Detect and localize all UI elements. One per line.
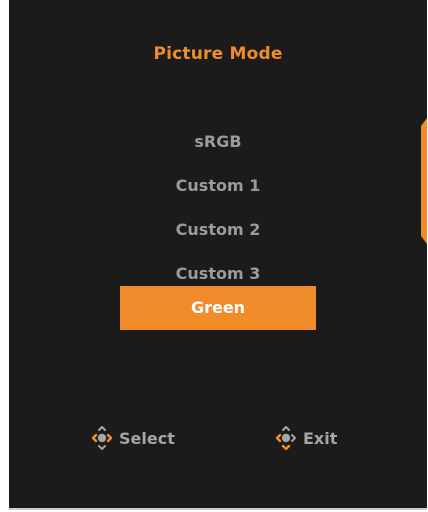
joystick-left-right-icon bbox=[91, 426, 113, 450]
menu-item-custom-2[interactable]: Custom 2 bbox=[120, 208, 316, 252]
menu-item-custom-1[interactable]: Custom 1 bbox=[120, 164, 316, 208]
osd-panel: Picture Mode sRGB Custom 1 Custom 2 Cust… bbox=[9, 0, 427, 510]
footer-hints: Select Exit bbox=[9, 426, 427, 452]
side-scroll-tab bbox=[421, 118, 427, 244]
menu-item-srgb[interactable]: sRGB bbox=[120, 120, 316, 164]
menu-title: Picture Mode bbox=[153, 44, 283, 64]
exit-label: Exit bbox=[303, 428, 338, 448]
select-label: Select bbox=[119, 428, 175, 448]
joystick-up-down-icon bbox=[275, 426, 296, 450]
select-hint: Select bbox=[91, 426, 175, 450]
menu-item-green[interactable]: Green bbox=[120, 286, 316, 330]
exit-hint: Exit bbox=[275, 426, 337, 450]
